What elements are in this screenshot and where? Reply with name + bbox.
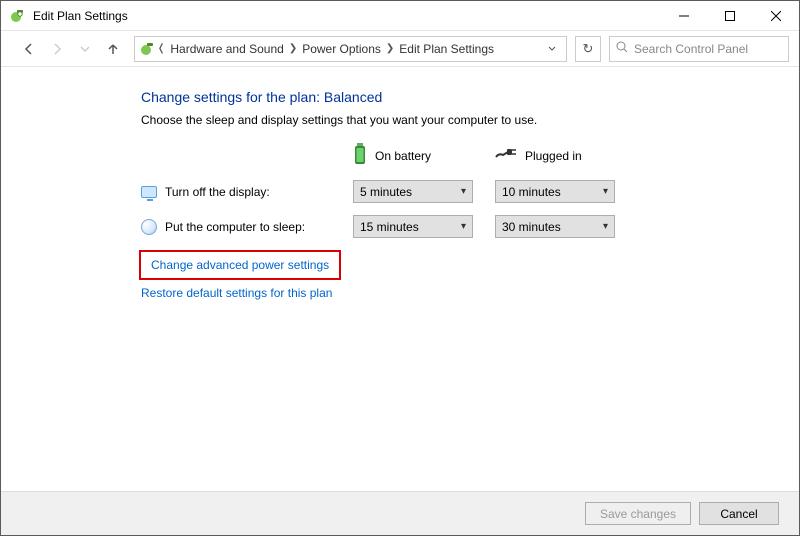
save-button[interactable]: Save changes — [585, 502, 691, 525]
column-label-battery: On battery — [375, 149, 431, 163]
forward-button[interactable] — [44, 36, 70, 62]
titlebar: Edit Plan Settings — [1, 1, 799, 31]
cancel-button[interactable]: Cancel — [699, 502, 779, 525]
battery-icon — [353, 143, 367, 168]
address-icon — [139, 41, 155, 57]
chevron-right-icon: ❯ — [287, 43, 299, 54]
search-input[interactable]: Search Control Panel — [609, 36, 789, 62]
page-description: Choose the sleep and display settings th… — [141, 113, 799, 127]
chevron-down-icon: ▾ — [461, 186, 466, 197]
display-battery-select[interactable]: 5 minutes ▾ — [353, 180, 473, 203]
nav-toolbar: ❬ Hardware and Sound ❯ Power Options ❯ E… — [1, 31, 799, 67]
row-display: Turn off the display: — [141, 185, 331, 199]
row-sleep-label: Put the computer to sleep: — [165, 220, 305, 234]
chevron-right-icon: ❯ — [384, 43, 396, 54]
column-on-battery: On battery — [353, 143, 473, 168]
page-heading: Change settings for the plan: Balanced — [141, 89, 799, 105]
window-title: Edit Plan Settings — [33, 9, 128, 23]
sleep-plugged-select[interactable]: 30 minutes ▾ — [495, 215, 615, 238]
refresh-button[interactable]: ↻ — [575, 36, 601, 62]
recent-locations-button[interactable] — [72, 36, 98, 62]
display-icon — [141, 186, 157, 198]
display-plugged-value: 10 minutes — [502, 185, 561, 199]
plug-icon — [495, 147, 517, 164]
minimize-button[interactable] — [661, 1, 707, 31]
chevron-down-icon: ▾ — [461, 221, 466, 232]
breadcrumb-power-options[interactable]: Power Options — [299, 42, 384, 56]
up-button[interactable] — [100, 36, 126, 62]
restore-defaults-link[interactable]: Restore default settings for this plan — [141, 286, 799, 300]
breadcrumb[interactable]: ❬ Hardware and Sound ❯ Power Options ❯ E… — [134, 36, 567, 62]
column-label-plugged: Plugged in — [525, 149, 582, 163]
search-placeholder: Search Control Panel — [634, 42, 748, 56]
chevron-right-icon: ❬ — [155, 43, 167, 54]
column-plugged-in: Plugged in — [495, 147, 615, 164]
chevron-down-icon: ▾ — [603, 221, 608, 232]
search-icon — [616, 41, 628, 56]
breadcrumb-dropdown[interactable] — [542, 42, 562, 56]
sleep-battery-value: 15 minutes — [360, 220, 419, 234]
maximize-button[interactable] — [707, 1, 753, 31]
sleep-icon — [141, 219, 157, 235]
content-area: Change settings for the plan: Balanced C… — [1, 67, 799, 501]
breadcrumb-edit-plan[interactable]: Edit Plan Settings — [396, 42, 497, 56]
breadcrumb-hardware[interactable]: Hardware and Sound — [167, 42, 286, 56]
row-sleep: Put the computer to sleep: — [141, 219, 331, 235]
chevron-down-icon: ▾ — [603, 186, 608, 197]
back-button[interactable] — [16, 36, 42, 62]
display-plugged-select[interactable]: 10 minutes ▾ — [495, 180, 615, 203]
sleep-battery-select[interactable]: 15 minutes ▾ — [353, 215, 473, 238]
advanced-power-settings-link[interactable]: Change advanced power settings — [141, 252, 339, 278]
footer-bar: Save changes Cancel — [1, 491, 799, 535]
close-button[interactable] — [753, 1, 799, 31]
sleep-plugged-value: 30 minutes — [502, 220, 561, 234]
display-battery-value: 5 minutes — [360, 185, 412, 199]
row-display-label: Turn off the display: — [165, 185, 270, 199]
app-icon — [9, 8, 25, 24]
